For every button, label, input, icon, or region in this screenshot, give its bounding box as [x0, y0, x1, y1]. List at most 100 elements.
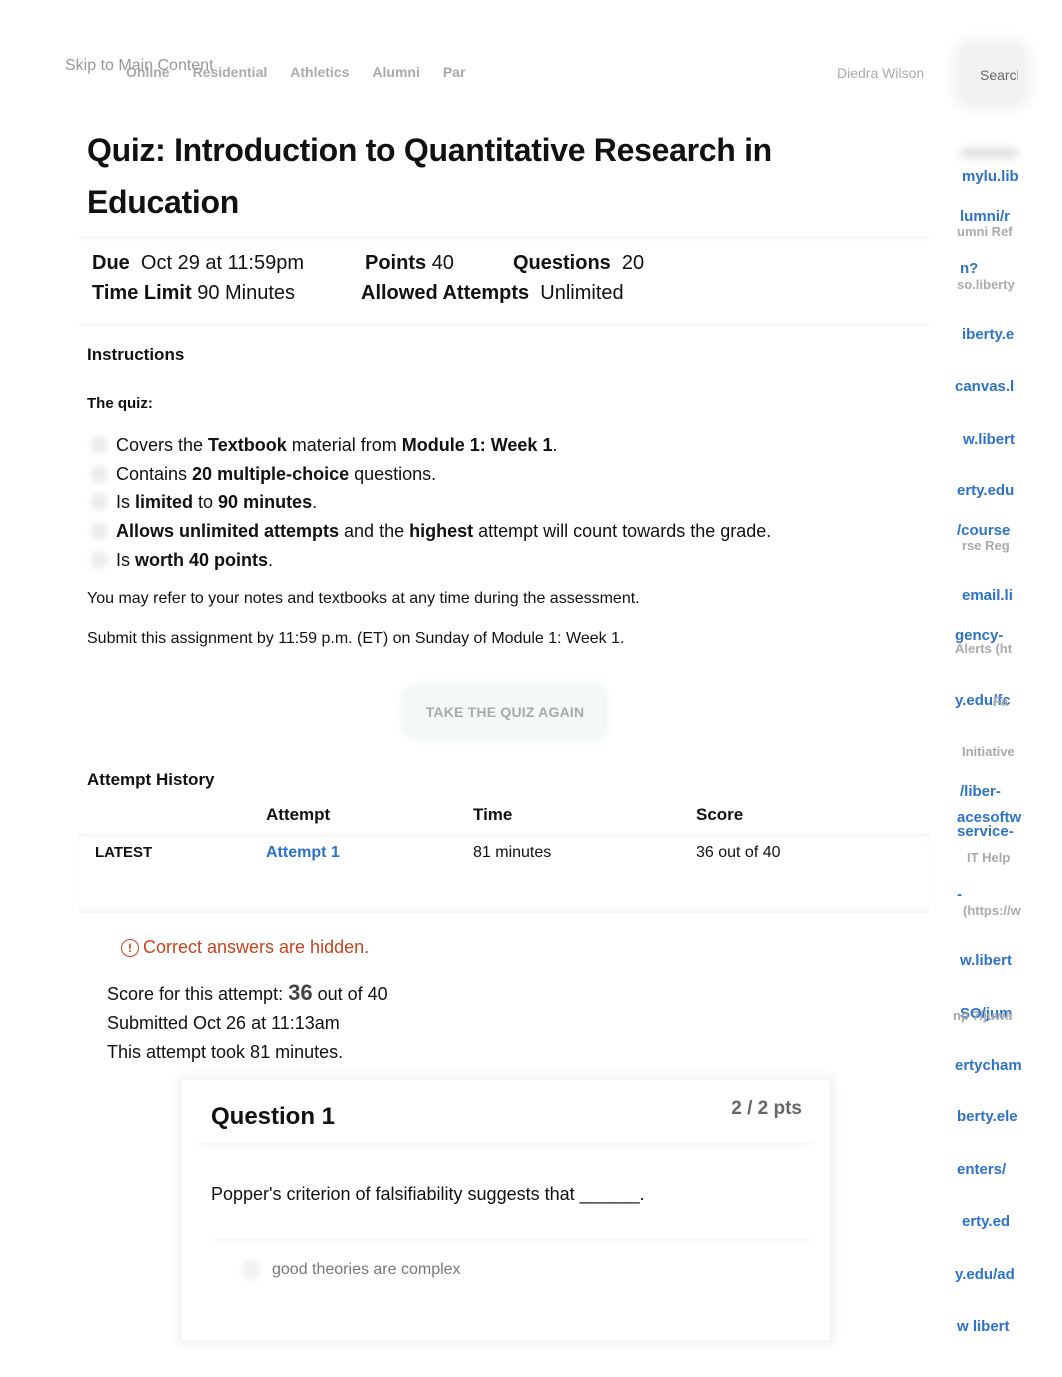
- meta-due-value: Oct 29 at 11:59pm: [140, 252, 304, 274]
- sidebar-label: Alerts (ht: [955, 641, 1013, 656]
- text: to: [193, 492, 219, 513]
- text: Covers the: [116, 435, 209, 455]
- meta-due: Due Oct 29 at 11:59pm: [92, 252, 304, 275]
- text: Is: [116, 492, 136, 513]
- question-card: Question 1 2 / 2 pts Popper's criterion …: [182, 1080, 830, 1340]
- bold-text: Allows unlimited attempts: [116, 521, 340, 542]
- text: Is: [116, 549, 136, 570]
- row-time: 81 minutes: [473, 844, 552, 861]
- answers-hidden-text: Correct answers are hidden.: [143, 937, 370, 957]
- warning-icon: !: [121, 938, 139, 957]
- sidebar-link[interactable]: email.li: [962, 587, 1013, 604]
- question-text: Popper's criterion of falsifiability sug…: [211, 1184, 645, 1204]
- sidebar-link[interactable]: -: [957, 886, 962, 903]
- attempt-1-link[interactable]: Attempt 1: [266, 844, 340, 862]
- meta-time-limit-label: Time Limit: [92, 282, 192, 304]
- meta-attempts-label: Allowed Attempts: [361, 282, 530, 304]
- sidebar-label: Fa: [993, 694, 1009, 709]
- sidebar-link[interactable]: ertycham: [955, 1057, 1022, 1074]
- search-label: Search: [980, 67, 1018, 83]
- bold-text: Module 1: Week 1: [401, 435, 553, 455]
- bold-text: 90 minutes: [218, 492, 313, 513]
- score-summary: Score for this attempt: 36 out of 40: [107, 980, 388, 1006]
- bullet-icon: [91, 550, 107, 569]
- sidebar-link[interactable]: /course: [957, 522, 1010, 539]
- top-navigation: Online Residential Athletics Alumni Par: [126, 64, 488, 80]
- sidebar-link[interactable]: erty.edu: [957, 482, 1014, 499]
- meta-allowed-attempts: Allowed Attempts Unlimited: [361, 282, 624, 305]
- bold-text: worth 40 points: [135, 549, 269, 570]
- bold-text: highest: [409, 521, 474, 542]
- answer-text: good theories are complex: [272, 1261, 461, 1278]
- sidebar-link[interactable]: service-: [957, 823, 1014, 840]
- sidebar-link[interactable]: w libert: [957, 1318, 1010, 1335]
- score-value: 36: [288, 980, 313, 1005]
- text: .: [552, 435, 558, 455]
- text: questions.: [349, 463, 437, 484]
- sidebar-label: np 7/juwa: [953, 1008, 1013, 1023]
- quiz-instruction-item: Covers the Textbook material from Module…: [87, 432, 771, 461]
- sidebar-link[interactable]: berty.ele: [957, 1108, 1018, 1125]
- score-suffix: out of 40: [312, 984, 388, 1004]
- attempt-history-heading: Attempt History: [87, 770, 215, 789]
- meta-due-label: Due: [92, 252, 130, 274]
- meta-points: Points 40: [365, 252, 454, 275]
- sidebar-link[interactable]: iberty.e: [962, 326, 1014, 343]
- text: material from: [286, 435, 402, 455]
- bold-text: Textbook: [208, 435, 287, 455]
- nav-online[interactable]: Online: [126, 64, 170, 80]
- meta-questions: Questions 20: [513, 252, 644, 275]
- nav-athletics[interactable]: Athletics: [290, 64, 349, 80]
- quiz-instructions-list: Covers the Textbook material from Module…: [87, 432, 771, 575]
- sidebar-link[interactable]: w.libert: [963, 431, 1015, 448]
- sidebar-label: rse Reg: [962, 538, 1010, 553]
- bullet-icon: [91, 493, 107, 512]
- nav-partial[interactable]: Par: [443, 64, 466, 80]
- meta-questions-value: 20: [621, 252, 645, 274]
- sidebar-link[interactable]: enters/: [957, 1161, 1006, 1178]
- answer-list: good theories are complex: [212, 1238, 810, 1328]
- sidebar-link[interactable]: /liber-: [960, 783, 1001, 800]
- sidebar-link[interactable]: w.libert: [960, 952, 1012, 969]
- submitted-time: Submitted Oct 26 at 11:13am: [107, 1013, 340, 1033]
- quiz-instruction-item: Contains 20 multiple-choice questions.: [87, 461, 771, 490]
- quiz-meta-band: [79, 236, 929, 326]
- sidebar-link[interactable]: lumni/r: [960, 208, 1010, 225]
- sidebar-label: umni Ref: [957, 224, 1013, 239]
- nav-alumni[interactable]: Alumni: [372, 64, 419, 80]
- text: Contains: [116, 463, 193, 484]
- take-quiz-again-button[interactable]: TAKE THE QUIZ AGAIN: [407, 688, 603, 736]
- sidebar-link[interactable]: mylu.lib: [962, 168, 1019, 185]
- col-header-time: Time: [473, 805, 513, 824]
- bullet-icon: [91, 522, 107, 541]
- sidebar-link[interactable]: canvas.l: [955, 378, 1014, 395]
- sidebar-label: (https://w: [963, 903, 1021, 918]
- answers-hidden-notice: ! Correct answers are hidden.: [121, 937, 369, 958]
- text: and the: [339, 521, 410, 542]
- search-button[interactable]: Search: [962, 48, 1022, 100]
- bold-text: 20 multiple-choice: [192, 463, 350, 484]
- sidebar-link[interactable]: y.edu/ad: [955, 1266, 1015, 1283]
- meta-points-label: Points: [365, 252, 427, 274]
- quiz-instruction-item: Is limited to 90 minutes.: [87, 489, 771, 518]
- sidebar-label: Initiative: [962, 744, 1015, 759]
- quiz-instruction-item: Is worth 40 points.: [87, 547, 771, 576]
- sidebar-label: IT Help: [967, 850, 1011, 865]
- bullet-icon: [91, 464, 107, 483]
- sidebar-link[interactable]: n?: [960, 260, 978, 277]
- quiz-instruction-item: Allows unlimited attempts and the highes…: [87, 518, 771, 547]
- radio-button-icon[interactable]: [242, 1260, 260, 1280]
- attempt-duration: This attempt took 81 minutes.: [107, 1042, 344, 1062]
- instructions-heading: Instructions: [87, 345, 185, 364]
- sidebar-link[interactable]: erty.ed: [962, 1213, 1010, 1230]
- text: .: [268, 549, 274, 570]
- text: .: [312, 492, 318, 513]
- meta-time-limit-value: 90 Minutes: [197, 282, 296, 304]
- user-name[interactable]: Diedra Wilson: [837, 65, 924, 81]
- meta-attempts-value: Unlimited: [540, 282, 624, 304]
- page-title: Quiz: Introduction to Quantitative Resea…: [87, 132, 772, 220]
- col-header-score: Score: [696, 805, 744, 824]
- row-score: 36 out of 40: [696, 844, 781, 861]
- nav-residential[interactable]: Residential: [193, 64, 268, 80]
- answer-option[interactable]: good theories are complex: [242, 1260, 461, 1280]
